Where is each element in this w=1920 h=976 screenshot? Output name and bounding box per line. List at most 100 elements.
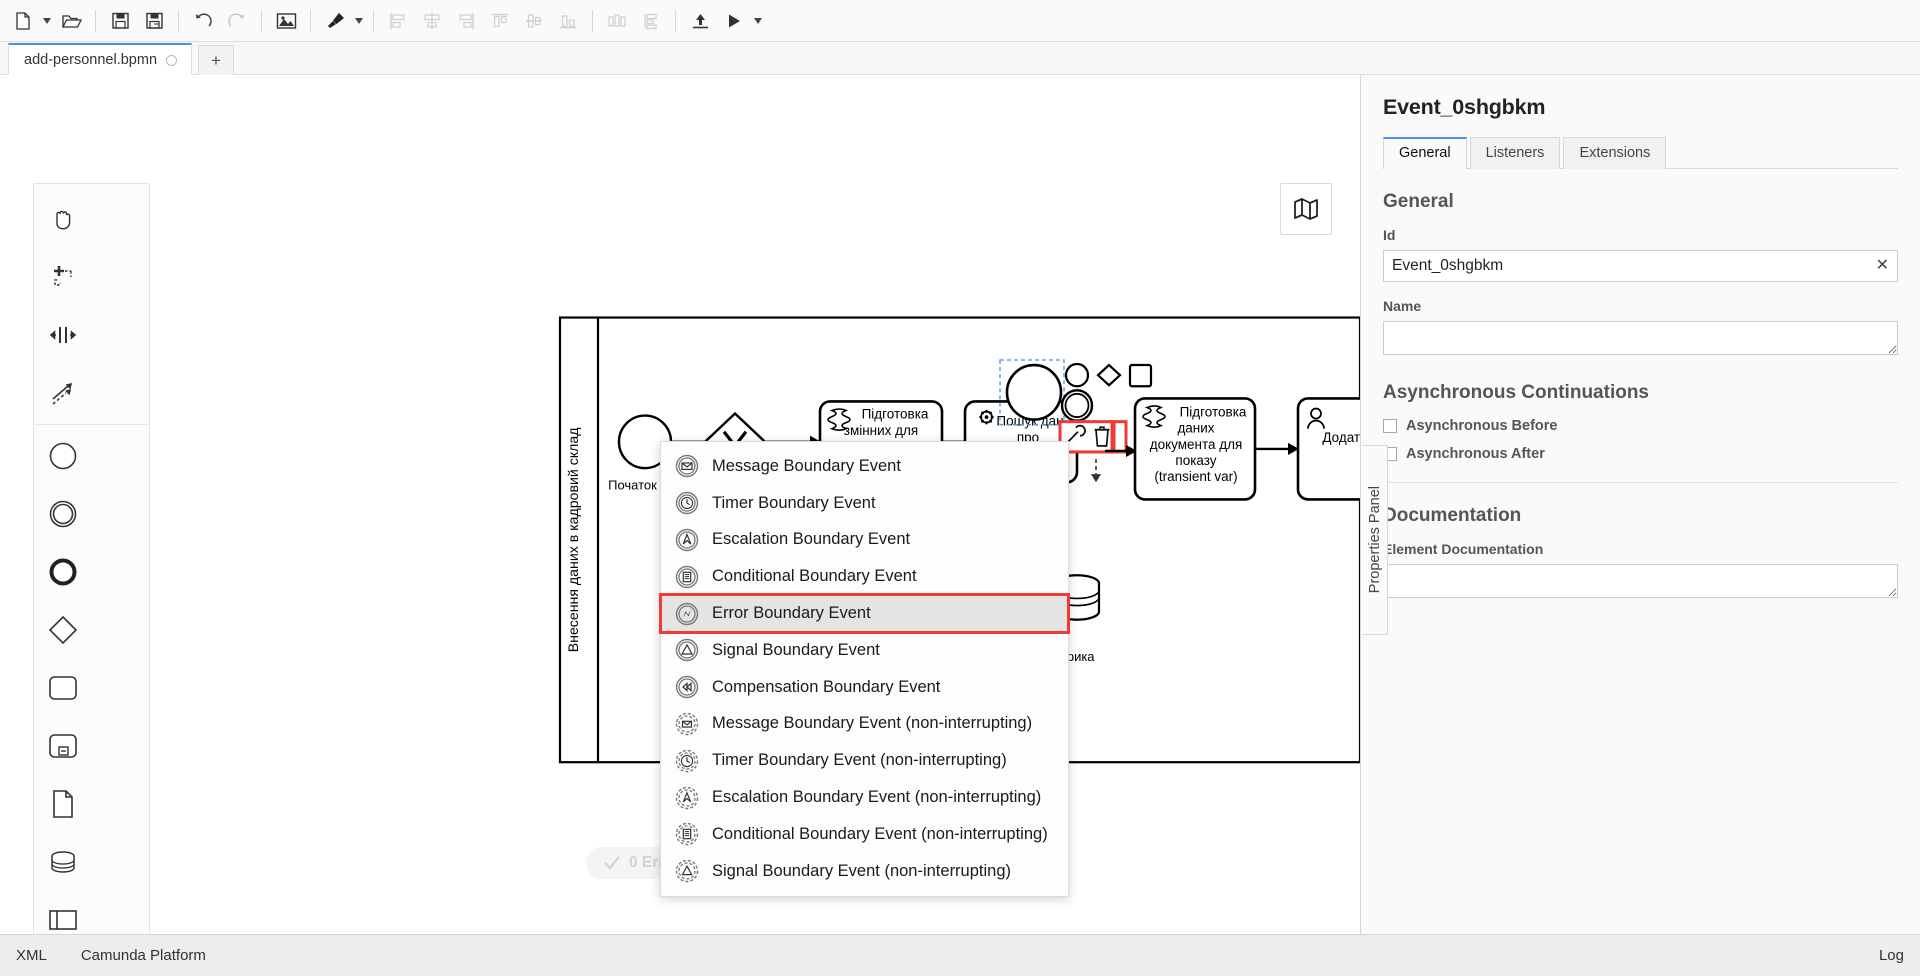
- align-right-icon: [456, 11, 476, 31]
- page-title: Event_0shgbkm: [1383, 95, 1898, 120]
- diagram-canvas[interactable]: Внесення даних в кадровий склад Початок …: [0, 75, 1360, 934]
- create-gateway[interactable]: [34, 601, 92, 659]
- export-image-button[interactable]: [269, 6, 303, 36]
- align-top-button[interactable]: [483, 6, 517, 36]
- clear-id-icon[interactable]: ✕: [1876, 258, 1889, 274]
- ctx-item-label: Signal Boundary Event: [712, 641, 880, 660]
- ctx-item-timer-boundary-event[interactable]: Timer Boundary Event: [661, 485, 1068, 522]
- tab-close-icon[interactable]: [166, 55, 177, 66]
- align-left-button[interactable]: [381, 6, 415, 36]
- tab-general[interactable]: General: [1383, 137, 1467, 169]
- color-picker-caret[interactable]: [352, 6, 366, 36]
- documentation-input[interactable]: [1383, 564, 1898, 598]
- chevron-down-icon: [43, 18, 51, 24]
- create-data-store[interactable]: [34, 833, 92, 891]
- global-connect-tool[interactable]: [34, 364, 92, 422]
- new-tab-button[interactable]: +: [198, 45, 234, 75]
- align-bottom-button[interactable]: [551, 6, 585, 36]
- id-input[interactable]: [1383, 250, 1898, 282]
- ctx-item-label: Compensation Boundary Event: [712, 678, 940, 697]
- hand-tool[interactable]: [34, 190, 92, 248]
- create-intermediate-event[interactable]: [34, 485, 92, 543]
- new-file-button[interactable]: [6, 6, 40, 36]
- data-store-icon: [48, 847, 78, 877]
- ctx-item-label: Conditional Boundary Event (non-interrup…: [712, 825, 1048, 844]
- deploy-button[interactable]: [683, 6, 717, 36]
- ctx-item-escalation-boundary-event[interactable]: Escalation Boundary Event: [661, 522, 1068, 559]
- name-field-wrap: [1383, 321, 1898, 360]
- footer-platform-button[interactable]: Camunda Platform: [81, 947, 206, 964]
- save-button[interactable]: [103, 6, 137, 36]
- ctx-item-message-boundary-event[interactable]: Message Boundary Event: [661, 448, 1068, 485]
- tab-label: add-personnel.bpmn: [24, 52, 157, 68]
- start-instance-button[interactable]: [717, 6, 751, 36]
- align-bottom-icon: [558, 11, 578, 31]
- task-label: показу: [1175, 453, 1216, 468]
- ctx-item-message-boundary-event-non-interrupting[interactable]: Message Boundary Event (non-interrupting…: [661, 706, 1068, 743]
- distribute-horizontally-button[interactable]: [600, 6, 634, 36]
- distribute-vertically-button[interactable]: [634, 6, 668, 36]
- align-center-button[interactable]: [415, 6, 449, 36]
- ctx-item-label: Escalation Boundary Event: [712, 530, 910, 549]
- section-divider: [1383, 482, 1898, 483]
- status-bar: XML Camunda Platform Log: [0, 934, 1920, 976]
- name-input[interactable]: [1383, 321, 1898, 355]
- properties-header: Event_0shgbkm General Listeners Extensio…: [1361, 75, 1920, 169]
- lasso-tool[interactable]: [34, 248, 92, 306]
- ctx-item-signal-boundary-event-non-interrupting[interactable]: Signal Boundary Event (non-interrupting): [661, 853, 1068, 890]
- task-label: Додати: [1322, 430, 1360, 445]
- save-as-button[interactable]: [137, 6, 171, 36]
- paintbrush-icon: [325, 11, 346, 31]
- escalation-boundary-noninterrupting-icon: [675, 786, 699, 810]
- ctx-item-conditional-boundary-event-non-interrupting[interactable]: Conditional Boundary Event (non-interrup…: [661, 816, 1068, 853]
- timer-boundary-noninterrupting-icon: [675, 749, 699, 773]
- redo-button[interactable]: [220, 6, 254, 36]
- create-start-event[interactable]: [34, 427, 92, 485]
- ctx-item-signal-boundary-event[interactable]: Signal Boundary Event: [661, 632, 1068, 669]
- space-tool[interactable]: [34, 306, 92, 364]
- create-data-object[interactable]: [34, 775, 92, 833]
- ctx-item-timer-boundary-event-non-interrupting[interactable]: Timer Boundary Event (non-interrupting): [661, 742, 1068, 779]
- boundary-event-context-menu: Message Boundary Event Timer Boundary Ev…: [660, 441, 1069, 897]
- create-task[interactable]: [34, 659, 92, 717]
- message-boundary-icon: [675, 454, 699, 478]
- ctx-item-conditional-boundary-event[interactable]: Conditional Boundary Event: [661, 558, 1068, 595]
- signal-boundary-noninterrupting-icon: [675, 859, 699, 883]
- async-after-row[interactable]: Asynchronous After: [1383, 446, 1898, 462]
- async-after-label: Asynchronous After: [1406, 446, 1545, 462]
- properties-tabs: General Listeners Extensions: [1383, 136, 1898, 169]
- tab-listeners[interactable]: Listeners: [1470, 137, 1561, 169]
- footer-log-button[interactable]: Log: [1879, 947, 1904, 964]
- distribute-vertical-icon: [641, 11, 661, 31]
- align-left-icon: [388, 11, 408, 31]
- ctx-item-escalation-boundary-event-non-interrupting[interactable]: Escalation Boundary Event (non-interrupt…: [661, 779, 1068, 816]
- distribute-horizontal-icon: [607, 11, 627, 31]
- start-instance-caret[interactable]: [751, 6, 765, 36]
- color-picker-button[interactable]: [318, 6, 352, 36]
- undo-button[interactable]: [186, 6, 220, 36]
- toggle-minimap-button[interactable]: [1280, 183, 1332, 235]
- async-before-row[interactable]: Asynchronous Before: [1383, 418, 1898, 434]
- async-before-checkbox[interactable]: [1383, 419, 1397, 433]
- ctx-item-label: Timer Boundary Event: [712, 494, 876, 513]
- align-center-icon: [422, 11, 442, 31]
- ctx-item-error-boundary-event[interactable]: Error Boundary Event: [661, 595, 1068, 632]
- ctx-item-compensation-boundary-event[interactable]: Compensation Boundary Event: [661, 669, 1068, 706]
- create-participant[interactable]: [34, 891, 92, 934]
- footer-xml-button[interactable]: XML: [16, 947, 47, 964]
- ctx-item-label: Error Boundary Event: [712, 604, 871, 623]
- signal-boundary-icon: [675, 638, 699, 662]
- tab-add-personnel-bpmn[interactable]: add-personnel.bpmn: [8, 43, 192, 75]
- error-boundary-icon: [675, 602, 699, 626]
- align-middle-button[interactable]: [517, 6, 551, 36]
- data-object-icon: [50, 788, 76, 820]
- properties-panel-toggle[interactable]: Properties Panel: [1362, 445, 1388, 635]
- new-file-caret[interactable]: [40, 6, 54, 36]
- open-file-button[interactable]: [54, 6, 88, 36]
- palette-group-elements: [34, 424, 149, 934]
- ctx-item-label: Message Boundary Event (non-interrupting…: [712, 714, 1032, 733]
- create-subprocess[interactable]: [34, 717, 92, 775]
- align-right-button[interactable]: [449, 6, 483, 36]
- tab-extensions[interactable]: Extensions: [1563, 137, 1666, 169]
- create-end-event[interactable]: [34, 543, 92, 601]
